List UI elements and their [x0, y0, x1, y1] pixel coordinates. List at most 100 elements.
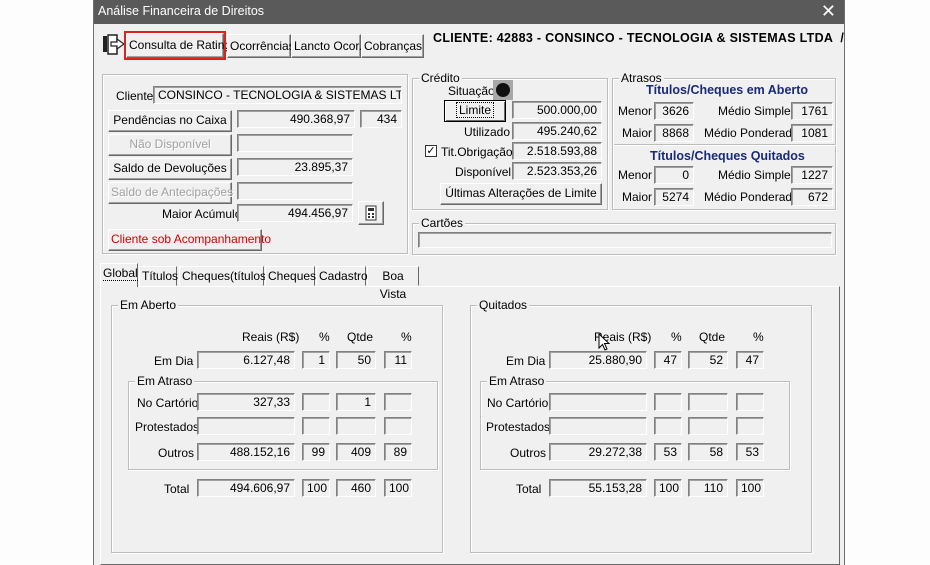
quitados-protestados-pct — [654, 417, 682, 435]
aberto-menor-label: Menor — [618, 104, 653, 118]
aberto-protestados-label: Protestados — [135, 420, 200, 434]
ocorrencias-button[interactable]: Ocorrências — [227, 34, 295, 58]
limite-button[interactable]: Limite — [444, 100, 506, 122]
quitados-maior-value: 5274 — [654, 188, 694, 206]
em-aberto-title: Em Aberto — [118, 298, 179, 312]
aberto-protestados-qtde — [336, 417, 376, 435]
quitados-em-dia-qpct: 47 — [736, 351, 764, 369]
calculator-icon[interactable] — [358, 201, 384, 225]
quitados-menor-value: 0 — [654, 166, 694, 184]
quitados-protestados-reais — [549, 417, 647, 435]
close-icon[interactable]: ✕ — [821, 1, 836, 21]
saldo-antecipacoes-button[interactable]: Saldo de Antecipações — [108, 182, 233, 204]
aberto-menor-value: 3626 — [654, 102, 694, 120]
quitados-outros-qtde: 58 — [688, 443, 728, 461]
tab-global[interactable]: Global — [100, 263, 138, 287]
aberto-maior-label: Maior — [622, 126, 653, 140]
client-header: CLIENTE: 42883 - CONSINCO - TECNOLOGIA &… — [433, 31, 845, 45]
aberto-em-dia-reais: 6.127,48 — [197, 351, 295, 369]
exit-icon[interactable] — [100, 32, 126, 58]
aberto-outros-label: Outros — [158, 446, 195, 460]
quitados-total-qpct: 100 — [736, 479, 764, 497]
window-title: Análise Financeira de Direitos — [98, 4, 265, 18]
aberto-protestados-reais — [197, 417, 295, 435]
tit-obrigacao-checkbox[interactable]: ✓ — [425, 145, 437, 157]
atrasos-divider — [614, 144, 836, 146]
aberto-protestados-qpct — [384, 417, 412, 435]
disponivel-label: Disponível — [455, 165, 512, 179]
cobrancas-button[interactable]: Cobranças — [361, 34, 424, 58]
cliente-field: CONSINCO - TECNOLOGIA & SISTEMAS LTDA — [153, 86, 402, 104]
aberto-total-reais: 494.606,97 — [197, 479, 295, 497]
aberto-em-dia-pct: 1 — [302, 351, 330, 369]
tab-cadastro[interactable]: Cadastro — [316, 266, 368, 286]
quitados-em-dia-label: Em Dia — [506, 354, 546, 368]
nao-disponivel-button[interactable]: Não Disponível — [108, 134, 232, 156]
tab-titulos[interactable]: Títulos — [139, 266, 178, 286]
quitados-no-cartorio-reais — [549, 393, 647, 411]
lancto-ocor-button[interactable]: Lancto Ocor. — [291, 34, 362, 58]
tab-cheques[interactable]: Cheques — [265, 266, 316, 286]
tab-boa-vista[interactable]: Boa Vista — [367, 266, 419, 301]
saldo-devolucoes-value: 23.895,37 — [237, 158, 353, 176]
quitados-qpct-header: % — [753, 330, 764, 344]
aberto-pct-header: % — [319, 330, 330, 344]
quitados-maior-label: Maior — [622, 190, 653, 204]
quitados-no-cartorio-label: No Cartório — [487, 396, 549, 410]
quitados-medio-ponderado-label: Médio Ponderado — [704, 190, 799, 204]
saldo-antecipacoes-value — [237, 182, 353, 200]
quitados-em-dia-qtde: 52 — [688, 351, 728, 369]
aberto-total-pct: 100 — [302, 479, 330, 497]
title-bar: Análise Financeira de Direitos ✕ — [94, 0, 844, 24]
saldo-devolucoes-button[interactable]: Saldo de Devoluções — [108, 158, 232, 180]
quitados-outros-reais: 29.272,38 — [549, 443, 647, 461]
aberto-title: Títulos/Cheques em Aberto — [646, 83, 809, 97]
quitados-medio-simples-value: 1227 — [791, 166, 833, 184]
cliente-label: Cliente — [116, 89, 154, 103]
aberto-outros-qtde: 409 — [336, 443, 376, 461]
ultimas-alteracoes-button[interactable]: Últimas Alterações de Limite — [440, 183, 602, 205]
quitados-em-dia-pct: 47 — [654, 351, 682, 369]
aberto-no-cartorio-qpct — [384, 393, 412, 411]
pendencias-value: 490.368,97 — [237, 110, 355, 128]
tit-obrigacao-value: 2.518.593,88 — [512, 142, 602, 160]
aberto-total-qpct: 100 — [384, 479, 412, 497]
pendencias-caixa-button[interactable]: Pendências no Caixa — [108, 110, 232, 132]
quitados-em-dia-reais: 25.880,90 — [549, 351, 647, 369]
limite-value: 500.000,00 — [512, 101, 602, 119]
aberto-em-dia-qtde: 50 — [336, 351, 376, 369]
aberto-no-cartorio-qtde: 1 — [336, 393, 376, 411]
maior-acumulo-value: 494.456,97 — [237, 204, 353, 222]
aberto-total-label: Total — [164, 482, 190, 496]
credito-title: Crédito — [419, 71, 462, 85]
quitados-total-qtde: 110 — [688, 479, 728, 497]
quitados-em-atraso-title: Em Atraso — [487, 374, 547, 388]
cliente-acompanhamento-button[interactable]: Cliente sob Acompanhamento — [108, 229, 271, 251]
cartoes-field — [418, 232, 832, 248]
utilizado-value: 495.240,62 — [512, 122, 602, 140]
aberto-em-atraso-title: Em Atraso — [135, 374, 195, 388]
quitados-outros-qpct: 53 — [736, 443, 764, 461]
aberto-medio-ponderado-label: Médio Ponderado — [704, 126, 799, 140]
quitados-qtde-header: Qtde — [699, 330, 726, 344]
aberto-protestados-pct — [302, 417, 330, 435]
utilizado-label: Utilizado — [464, 125, 511, 139]
quitados-protestados-label: Protestados — [486, 420, 551, 434]
aberto-no-cartorio-label: No Cartório — [137, 396, 199, 410]
aberto-qpct-header: % — [401, 330, 412, 344]
quitados-total-pct: 100 — [654, 479, 682, 497]
tit-obrigacao-label: Tit.Obrigação — [441, 145, 513, 159]
quitados-group-title: Quitados — [477, 298, 530, 312]
aberto-em-dia-qpct: 11 — [384, 351, 412, 369]
quitados-medio-ponderado-value: 672 — [791, 188, 833, 206]
nao-disponivel-value — [237, 134, 353, 152]
tab-cheques-titulos[interactable]: Cheques(títulos) — [179, 266, 270, 286]
aberto-em-dia-label: Em Dia — [154, 354, 194, 368]
consulta-rating-button[interactable]: Consulta de Rating — [124, 31, 231, 60]
mouse-cursor-icon — [598, 332, 612, 353]
analise-financeira-window: Análise Financeira de Direitos ✕ Consult… — [93, 0, 845, 565]
aberto-no-cartorio-pct — [302, 393, 330, 411]
quitados-protestados-qpct — [736, 417, 764, 435]
quitados-total-label: Total — [516, 482, 542, 496]
situacao-label: Situação — [448, 84, 495, 98]
